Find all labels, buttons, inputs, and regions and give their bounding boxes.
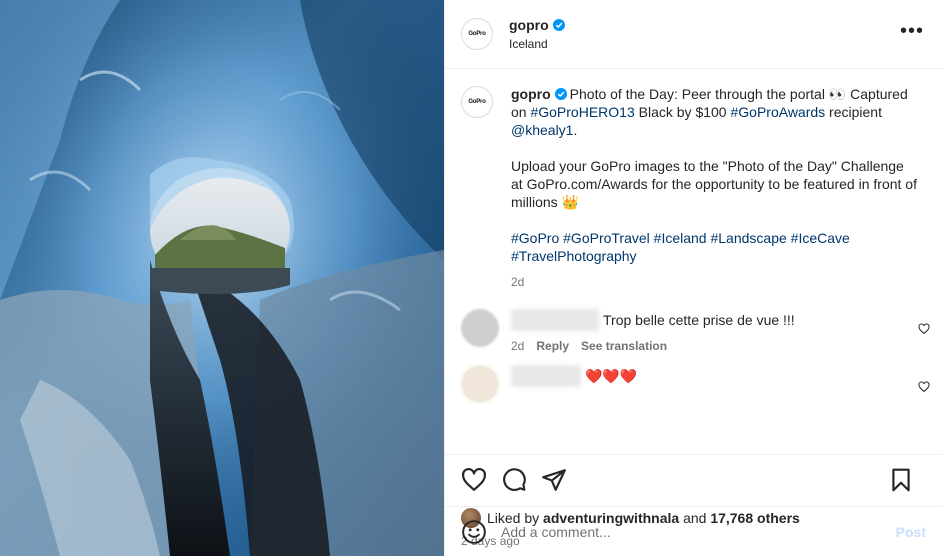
add-comment-input[interactable] [501,523,896,540]
caption-username[interactable]: gopro [511,85,567,103]
commenter-avatar[interactable] [461,365,499,403]
commenter-avatar[interactable] [461,309,499,347]
caption-text-part: Black by $100 [634,104,731,120]
author-avatar[interactable]: GoPro [461,18,493,50]
post-details-panel: GoPro gopro Iceland ••• GoPro gopro Phot… [444,0,942,556]
ice-cave-image [0,0,444,556]
like-heart-icon[interactable] [461,467,487,493]
commenter-username[interactable] [511,309,599,331]
caption-age[interactable]: 2d [511,273,919,291]
comment-text: ❤️❤️❤️ [585,368,638,384]
emoji-smiley-icon[interactable] [461,519,487,545]
caption-paragraph: Upload your GoPro images to the "Photo o… [511,158,917,210]
caption-username-text[interactable]: gopro [511,85,551,103]
share-send-icon[interactable] [541,467,567,493]
caption-text: gopro Photo of the Day: Peer through the… [511,85,919,139]
comment-text: Trop belle cette prise de vue !!! [603,312,795,328]
like-comment-icon[interactable] [918,323,930,335]
mention-link[interactable]: @khealy1 [511,122,573,138]
commenter-username[interactable] [511,365,581,387]
hashtag-link[interactable]: #GoProHERO13 [530,104,634,120]
avatar-logo-text: GoPro [468,99,486,105]
post-comment-button[interactable]: Post [896,524,926,540]
comments-section: GoPro gopro Photo of the Day: Peer throu… [445,69,942,454]
post-dialog: GoPro gopro Iceland ••• GoPro gopro Phot… [0,0,942,556]
post-location[interactable]: Iceland [509,37,565,51]
like-comment-icon[interactable] [918,381,930,393]
hashtag-link[interactable]: #GoPro [511,230,559,246]
verified-badge-icon [552,19,565,31]
verified-badge-icon [554,88,567,100]
hashtag-link[interactable]: #IceCave [791,230,850,246]
save-bookmark-icon[interactable] [888,467,914,493]
see-translation-button[interactable]: See translation [581,339,667,353]
post-caption: GoPro gopro Photo of the Day: Peer throu… [445,69,942,291]
add-comment-bar: Post [445,506,942,556]
hashtag-link[interactable]: #Landscape [710,230,786,246]
post-photo[interactable] [0,0,444,556]
comment-item: ❤️❤️❤️ [445,365,942,403]
hashtag-link[interactable]: #GoProTravel [563,230,650,246]
hashtag-link[interactable]: #TravelPhotography [511,248,637,264]
comment-bubble-icon[interactable] [501,467,527,493]
comment-age[interactable]: 2d [511,339,524,353]
avatar-logo-text: GoPro [468,31,486,37]
caption-author-avatar[interactable]: GoPro [461,86,493,118]
caption-text-part: recipient [825,104,882,120]
post-header: GoPro gopro Iceland ••• [445,0,942,69]
comment-item: Trop belle cette prise de vue !!! 2d Rep… [445,309,942,353]
reply-button[interactable]: Reply [536,339,569,353]
more-options-icon[interactable]: ••• [900,21,924,41]
caption-text-part: . [573,122,578,138]
post-actions-bar [445,454,942,504]
author-username[interactable]: gopro [509,17,565,33]
caption-hashtags: #GoPro #GoProTravel #Iceland #Landscape … [511,229,919,265]
hashtag-link[interactable]: #GoProAwards [730,104,825,120]
author-username-text[interactable]: gopro [509,17,549,33]
hashtag-link[interactable]: #Iceland [654,230,707,246]
